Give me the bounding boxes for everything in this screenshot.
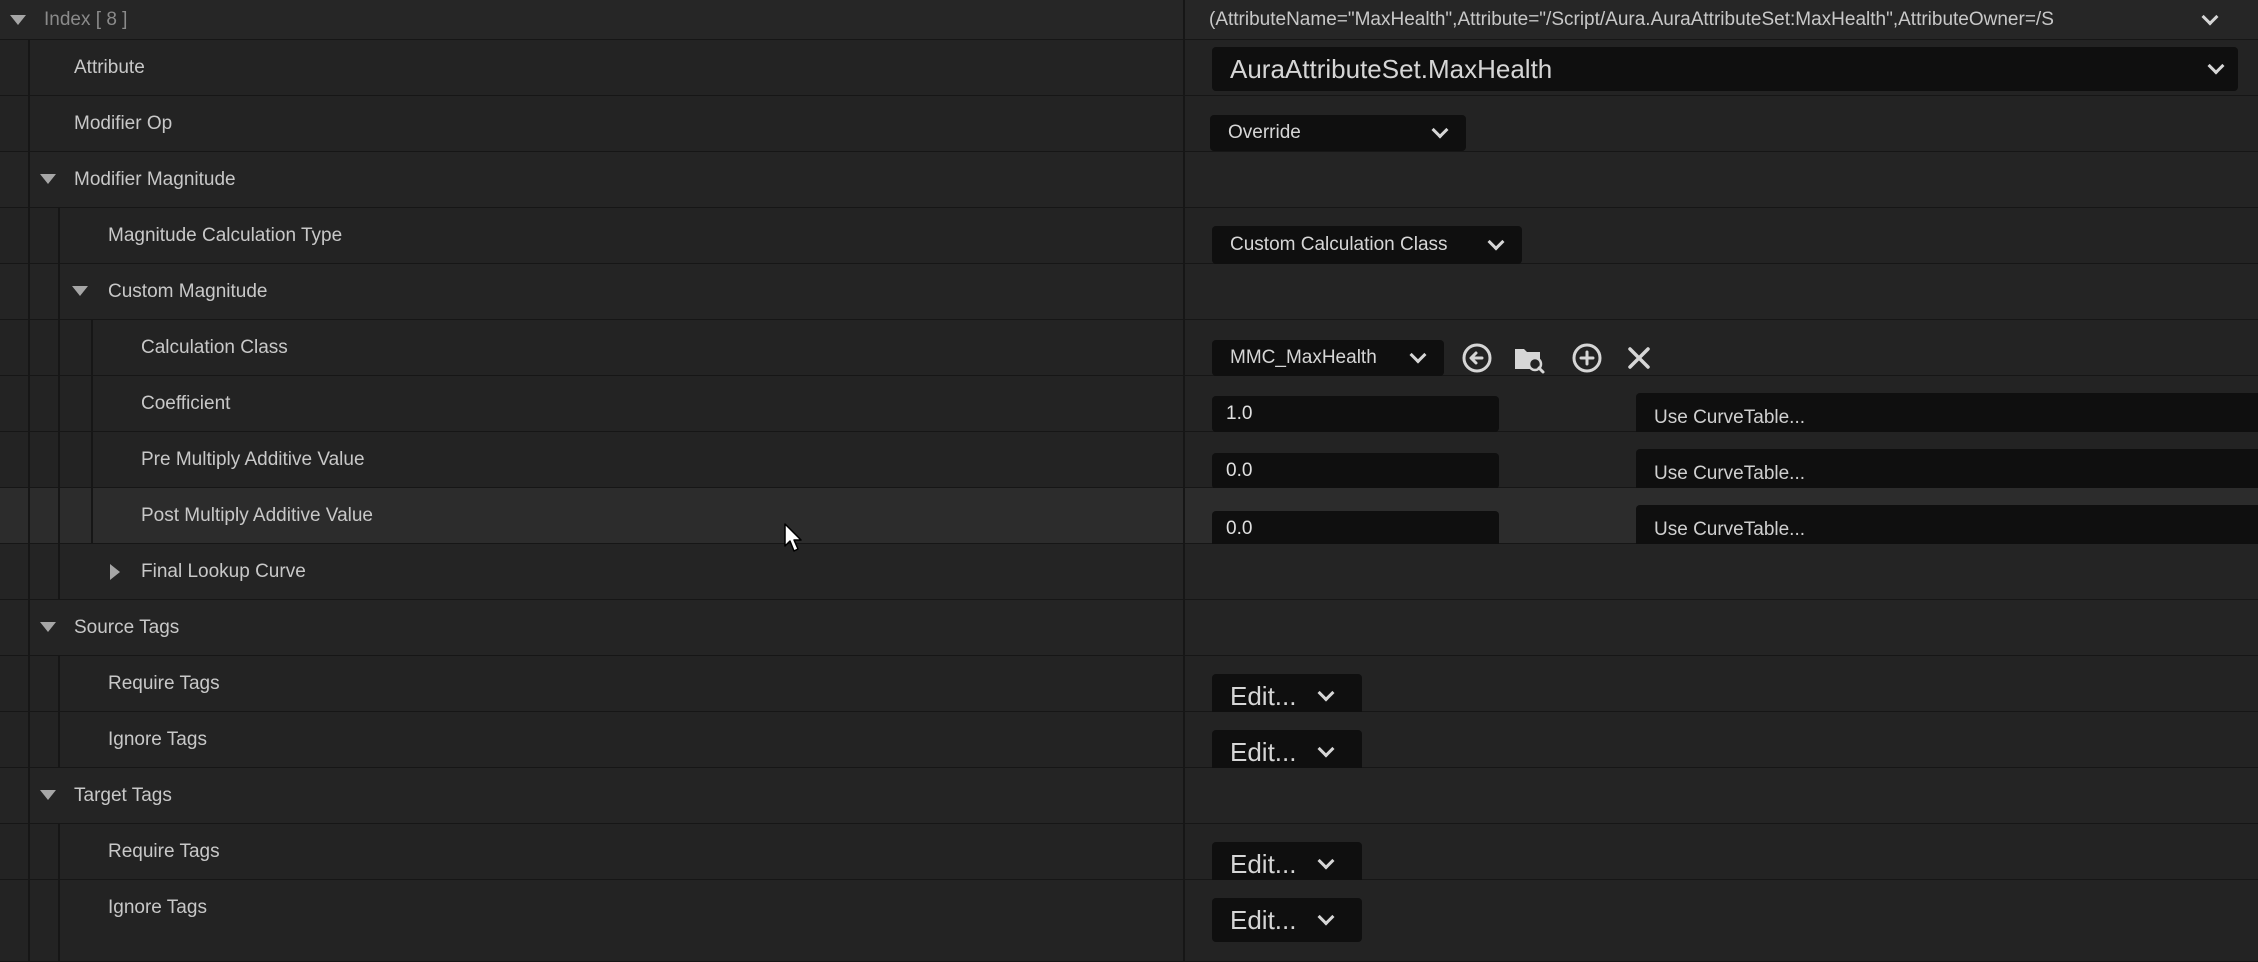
calculation-class-value: MMC_MaxHealth	[1230, 347, 1377, 368]
source-tags-group[interactable]: Source Tags	[0, 600, 2258, 656]
calculation-class-label: Calculation Class	[141, 337, 288, 358]
pre-multiply-label: Pre Multiply Additive Value	[141, 449, 365, 470]
array-element-header[interactable]: Index [ 8 ] (AttributeName="MaxHealth",A…	[0, 0, 2258, 40]
expand-caret-icon[interactable]	[40, 790, 56, 800]
expand-caret-icon[interactable]	[40, 622, 56, 632]
chevron-down-icon	[2207, 57, 2225, 75]
modifier-op-dropdown[interactable]: Override	[1210, 115, 1466, 151]
details-panel: Index [ 8 ] (AttributeName="MaxHealth",A…	[0, 0, 2258, 962]
attribute-row: Attribute AuraAttributeSet.MaxHealth	[0, 40, 2258, 96]
modifier-magnitude-group[interactable]: Modifier Magnitude	[0, 152, 2258, 208]
post-multiply-input[interactable]: 0.0	[1212, 511, 1499, 547]
chevron-down-icon	[1431, 121, 1449, 139]
chevron-down-icon	[1317, 852, 1335, 870]
custom-magnitude-label: Custom Magnitude	[108, 281, 268, 302]
target-ignore-tags-edit-button[interactable]: Edit...	[1212, 898, 1362, 942]
coefficient-row: Coefficient 1.0 Use CurveTable...	[0, 376, 2258, 443]
array-element-value: (AttributeName="MaxHealth",Attribute="/S…	[1209, 9, 2054, 30]
post-multiply-row: Post Multiply Additive Value 0.0 Use Cur…	[0, 488, 2258, 555]
element-options-dropdown[interactable]	[2196, 6, 2226, 34]
pre-multiply-input[interactable]: 0.0	[1212, 453, 1499, 489]
close-icon[interactable]	[1622, 341, 1656, 375]
chevron-down-icon	[1317, 908, 1335, 926]
source-ignore-tags-label: Ignore Tags	[108, 729, 207, 750]
source-require-tags-label: Require Tags	[108, 673, 220, 694]
expand-caret-icon[interactable]	[72, 286, 88, 296]
chevron-down-icon	[1487, 233, 1505, 251]
edit-label: Edit...	[1230, 905, 1297, 935]
modifier-magnitude-label: Modifier Magnitude	[74, 169, 236, 190]
source-tags-label: Source Tags	[74, 617, 180, 638]
attribute-value: AuraAttributeSet.MaxHealth	[1230, 54, 1553, 84]
magnitude-calc-type-dropdown[interactable]: Custom Calculation Class	[1212, 226, 1522, 264]
edit-label: Edit...	[1230, 681, 1297, 711]
magnitude-calc-type-row: Magnitude Calculation Type Custom Calcul…	[0, 208, 2258, 264]
final-lookup-curve-group[interactable]: Final Lookup Curve	[0, 544, 2258, 600]
calculation-class-row: Calculation Class MMC_MaxHealth	[0, 320, 2258, 376]
source-require-tags-row: Require Tags Edit...	[0, 656, 2258, 718]
target-ignore-tags-label: Ignore Tags	[108, 897, 207, 918]
target-tags-group[interactable]: Target Tags	[0, 768, 2258, 824]
modifier-op-value: Override	[1228, 122, 1301, 143]
collapse-caret-icon[interactable]	[10, 15, 26, 25]
edit-label: Edit...	[1230, 737, 1297, 767]
folder-search-icon[interactable]	[1512, 341, 1546, 375]
chevron-down-icon	[1317, 740, 1335, 758]
target-require-tags-row: Require Tags Edit...	[0, 824, 2258, 886]
custom-magnitude-group[interactable]: Custom Magnitude	[0, 264, 2258, 320]
calculation-class-dropdown[interactable]: MMC_MaxHealth	[1212, 340, 1444, 376]
coefficient-input[interactable]: 1.0	[1212, 396, 1499, 432]
coefficient-label: Coefficient	[141, 393, 231, 414]
target-ignore-tags-row: Ignore Tags Edit...	[0, 880, 2258, 962]
target-require-tags-label: Require Tags	[108, 841, 220, 862]
target-tags-label: Target Tags	[74, 785, 172, 806]
plus-circle-icon[interactable]	[1570, 341, 1604, 375]
edit-label: Edit...	[1230, 849, 1297, 879]
expand-right-caret-icon[interactable]	[110, 564, 120, 580]
mouse-cursor-icon	[784, 523, 802, 552]
expand-caret-icon[interactable]	[40, 174, 56, 184]
chevron-down-icon	[1409, 346, 1427, 364]
final-lookup-curve-label: Final Lookup Curve	[141, 561, 306, 582]
modifier-op-row: Modifier Op Override	[0, 96, 2258, 152]
chevron-down-icon	[1317, 684, 1335, 702]
source-ignore-tags-row: Ignore Tags Edit...	[0, 712, 2258, 774]
modifier-op-label: Modifier Op	[74, 113, 173, 134]
attribute-dropdown[interactable]: AuraAttributeSet.MaxHealth	[1212, 47, 2238, 91]
attribute-label: Attribute	[74, 57, 145, 78]
magnitude-calc-type-value: Custom Calculation Class	[1230, 234, 1448, 255]
pre-multiply-row: Pre Multiply Additive Value 0.0 Use Curv…	[0, 432, 2258, 499]
array-index-label: Index [ 8 ]	[44, 9, 128, 30]
magnitude-calc-type-label: Magnitude Calculation Type	[108, 225, 343, 246]
arrow-left-circle-icon[interactable]	[1460, 341, 1494, 375]
post-multiply-label: Post Multiply Additive Value	[141, 505, 373, 526]
